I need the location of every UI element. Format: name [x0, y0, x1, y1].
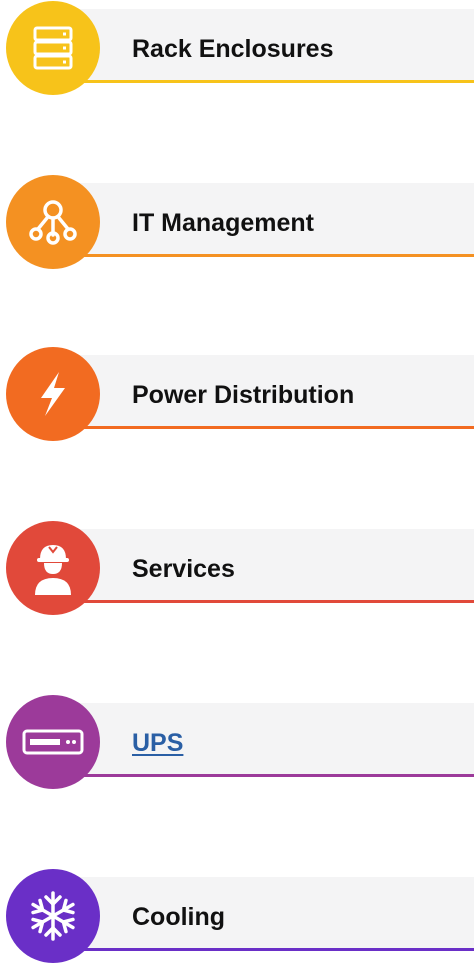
category-rack-enclosures[interactable]: Rack Enclosures [0, 0, 474, 96]
category-cooling[interactable]: Cooling [0, 868, 474, 964]
category-underline [50, 426, 474, 429]
category-underline [50, 600, 474, 603]
category-label: IT Management [132, 209, 314, 237]
category-label: Cooling [132, 903, 226, 931]
category-icon-badge [6, 869, 100, 963]
category-link[interactable]: UPS [132, 728, 183, 758]
category-bar [50, 703, 474, 775]
category-services[interactable]: Services [0, 520, 474, 616]
snowflake-icon [27, 890, 79, 942]
category-list: Rack Enclosures IT Management Power Dist… [0, 0, 474, 964]
category-underline [50, 774, 474, 777]
category-underline [50, 254, 474, 257]
category-underline [50, 80, 474, 83]
technician-hardhat-icon [32, 541, 74, 595]
category-bar [50, 529, 474, 601]
category-label: Services [132, 555, 235, 583]
server-rack-icon [33, 26, 73, 70]
category-underline [50, 948, 474, 951]
category-icon-badge [6, 695, 100, 789]
ups-device-icon [22, 729, 84, 755]
category-power-distribution[interactable]: Power Distribution [0, 346, 474, 442]
category-label: Rack Enclosures [132, 35, 334, 63]
category-icon-badge [6, 175, 100, 269]
category-icon-badge [6, 1, 100, 95]
category-bar [50, 877, 474, 949]
network-hub-icon [28, 199, 78, 245]
category-it-management[interactable]: IT Management [0, 174, 474, 270]
lightning-bolt-icon [35, 370, 71, 418]
category-icon-badge [6, 521, 100, 615]
category-icon-badge [6, 347, 100, 441]
category-ups[interactable]: UPS [0, 694, 474, 790]
category-label: Power Distribution [132, 381, 355, 409]
